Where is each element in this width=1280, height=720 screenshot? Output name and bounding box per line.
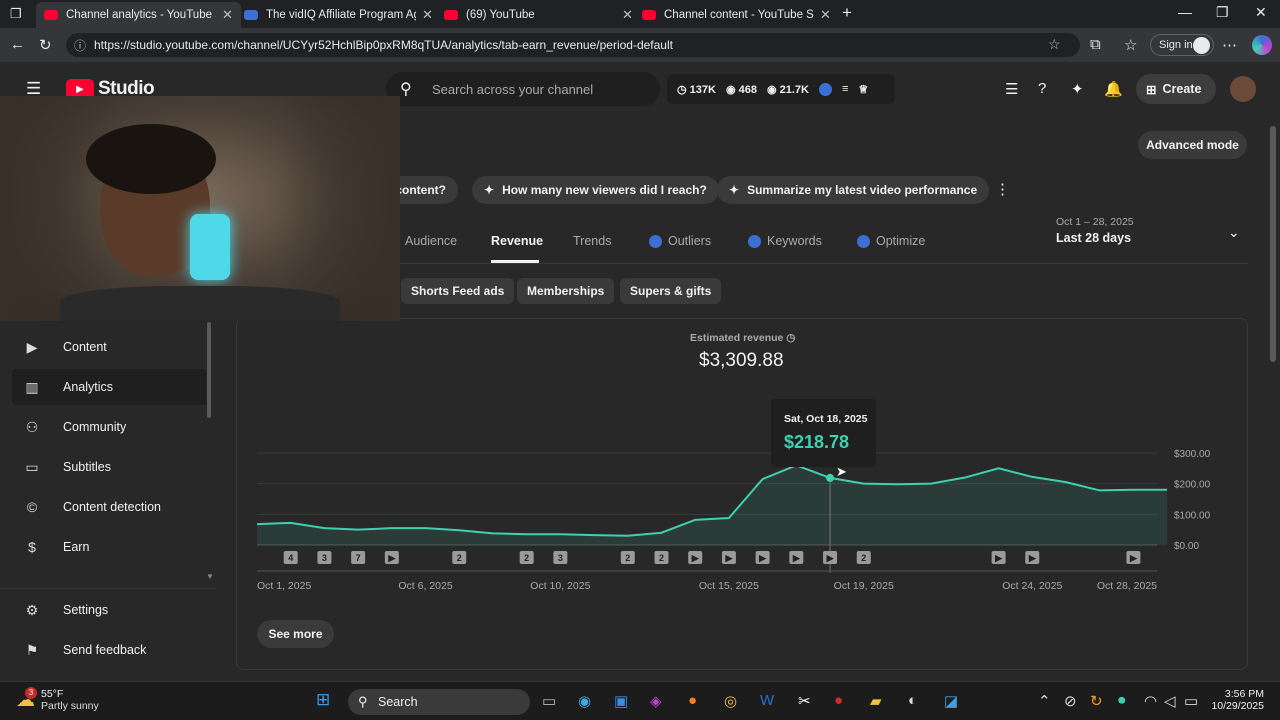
windows-start-icon[interactable]: ⊞ [316, 690, 330, 710]
video-marker-label: ▶ [994, 553, 1003, 563]
network-off-icon[interactable]: ⊘ [1064, 692, 1077, 710]
windows-taskbar: ☁ 3 55°F Partly sunny ⊞ ⚲ Search ▭ ◉ ▣ ◈ … [0, 681, 1280, 720]
x-tick-label: Oct 19, 2025 [834, 580, 894, 592]
video-marker-label: 2 [457, 553, 462, 563]
battery-icon[interactable]: ▭ [1184, 692, 1198, 710]
microphone-icon[interactable]: ⏺ [1118, 692, 1126, 709]
video-marker-label: ▶ [724, 553, 733, 563]
y-tick-label: $100.00 [1174, 510, 1211, 521]
weather-temp: 55°F [41, 688, 64, 700]
y-tick-label: $300.00 [1174, 449, 1211, 460]
update-icon[interactable]: ↻ [1090, 692, 1103, 710]
app-icon[interactable]: ◪ [944, 692, 958, 710]
system-clock[interactable]: 3:56 PM 10/29/2025 [1210, 688, 1264, 712]
clock-time: 3:56 PM [1224, 688, 1264, 700]
x-tick-label: Oct 10, 2025 [530, 580, 590, 592]
file-explorer-icon[interactable]: ▰ [870, 692, 882, 710]
video-marker-label: 4 [288, 553, 293, 563]
store-icon[interactable]: ▣ [614, 692, 628, 710]
webcam-overlay [0, 96, 400, 321]
video-marker-label: 7 [356, 553, 361, 563]
x-tick-label: Oct 28, 2025 [1097, 580, 1157, 592]
person-shirt [60, 286, 340, 321]
video-marker-label: ▶ [758, 553, 767, 563]
person-hair [86, 124, 216, 194]
x-tick-label: Oct 6, 2025 [398, 580, 452, 592]
edge-browser-icon[interactable]: ◉ [578, 692, 591, 710]
video-marker-label: ▶ [792, 553, 801, 563]
microphone-light [190, 214, 230, 280]
x-tick-label: Oct 1, 2025 [257, 580, 311, 592]
video-marker-label: ▶ [1028, 553, 1037, 563]
video-marker-label: ▶ [826, 553, 835, 563]
tooltip-value: $218.78 [784, 432, 850, 452]
video-marker-label: ▶ [691, 553, 700, 563]
search-icon: ⚲ [358, 694, 368, 709]
show-hidden-icons[interactable]: ⌃ [1038, 692, 1051, 710]
taskbar-search-label: Search [378, 695, 418, 709]
video-marker-label: 2 [659, 553, 664, 563]
video-marker-label: ▶ [387, 553, 396, 563]
weather-badge: 3 [25, 686, 37, 699]
video-marker-label: 2 [861, 553, 866, 563]
weather-sun-icon: ☁ 3 [16, 686, 37, 711]
volume-icon[interactable]: ◁ [1164, 692, 1176, 710]
hover-data-point [826, 473, 835, 482]
weather-desc: Partly sunny [41, 700, 99, 712]
wifi-icon[interactable]: ◠ [1144, 692, 1157, 710]
mouse-cursor-icon: ➤ [836, 464, 847, 479]
see-more-button[interactable]: See more [257, 620, 334, 648]
copilot-app-icon[interactable]: ◈ [650, 692, 662, 710]
video-marker-label: ▶ [1129, 553, 1138, 563]
recorder-icon[interactable]: ● [834, 692, 843, 709]
firefox-icon[interactable]: ● [688, 692, 697, 709]
chrome-icon[interactable]: ◎ [724, 692, 737, 710]
y-tick-label: $200.00 [1174, 480, 1211, 491]
taskbar-search[interactable]: ⚲ Search [348, 689, 530, 715]
video-marker-label: 2 [625, 553, 630, 563]
tooltip-date: Sat, Oct 18, 2025 [784, 413, 868, 425]
clock-date: 10/29/2025 [1211, 700, 1264, 712]
video-marker-label: 2 [524, 553, 529, 563]
capcut-icon[interactable]: ✂ [798, 692, 811, 710]
word-icon[interactable]: W [760, 692, 774, 709]
task-view-icon[interactable]: ▭ [542, 692, 556, 710]
chart-tooltip: Sat, Oct 18, 2025 $218.78 [771, 399, 876, 467]
video-marker-label: 3 [558, 553, 563, 563]
y-tick-label: $0.00 [1174, 541, 1199, 552]
weather-widget[interactable]: ☁ 3 55°F Partly sunny [16, 686, 99, 712]
x-tick-label: Oct 15, 2025 [699, 580, 759, 592]
obs-icon[interactable]: ◐ [908, 692, 917, 709]
video-marker-label: 3 [322, 553, 327, 563]
x-tick-label: Oct 24, 2025 [1002, 580, 1062, 592]
